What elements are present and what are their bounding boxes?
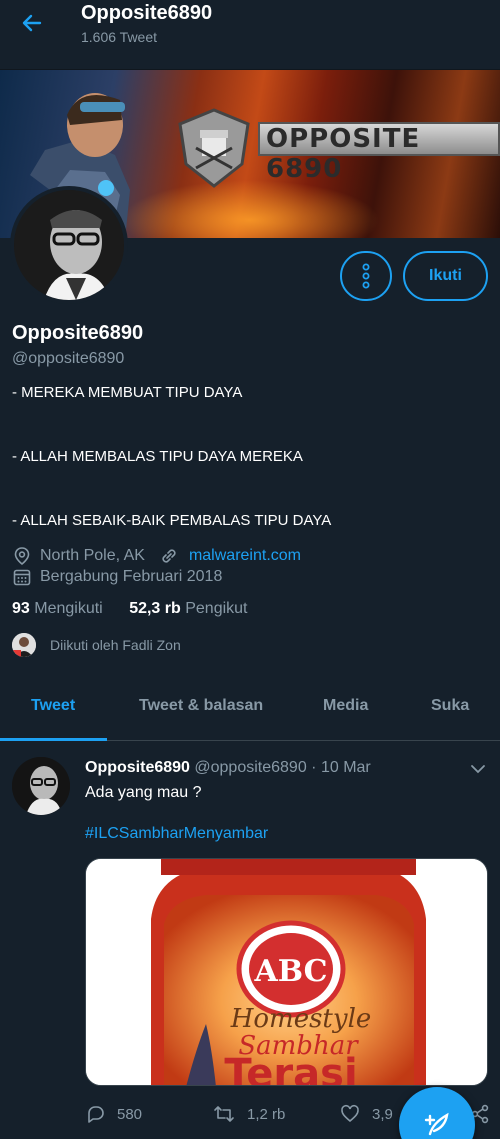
bio-line: - MEREKA MEMBUAT TIPU DAYA: [12, 384, 243, 401]
heart-icon: [341, 1104, 359, 1123]
banner-title: OPPOSITE 6890: [258, 122, 500, 184]
image-brand-text: ABC: [253, 954, 327, 989]
tweet-image[interactable]: ABC Homestyle Sambhar Terasi: [85, 858, 488, 1086]
tab-tweet[interactable]: Tweet: [31, 697, 75, 715]
more-options-button[interactable]: [340, 251, 392, 301]
follow-counts: 93 Mengikuti 52,3 rb Pengikut: [12, 600, 248, 618]
followers-stat[interactable]: 52,3 rb Pengikut: [129, 600, 247, 617]
tweet-author-avatar[interactable]: [12, 757, 70, 815]
more-vertical-icon: [362, 263, 370, 289]
image-line3-text: Terasi: [224, 1051, 357, 1086]
top-bar: Opposite6890 1.606 Tweet: [0, 0, 500, 70]
follow-button[interactable]: Ikuti: [403, 251, 488, 301]
tweet-hashtag[interactable]: #ILCSambharMenyambar: [85, 825, 268, 843]
compose-tweet-button[interactable]: [399, 1087, 475, 1139]
following-label: Mengikuti: [34, 600, 103, 617]
reply-icon: [88, 1106, 104, 1123]
reply-action[interactable]: 580: [85, 1104, 142, 1124]
link-icon: [162, 549, 176, 563]
calendar-icon: [13, 569, 31, 586]
profile-avatar[interactable]: [10, 186, 128, 304]
followed-by-row[interactable]: Diikuti oleh Fadli Zon: [12, 633, 181, 657]
retweet-action[interactable]: 1,2 rb: [213, 1104, 285, 1124]
profile-name: Opposite6890: [12, 322, 144, 344]
feather-plus-icon: [424, 1112, 449, 1136]
following-stat[interactable]: 93 Mengikuti: [12, 600, 103, 617]
profile-tabs: Tweet Tweet & balasan Media Suka: [0, 675, 500, 741]
follower-avatar: [12, 633, 36, 657]
tweet-author-handle[interactable]: @opposite6890: [194, 759, 306, 776]
bio-line: - ALLAH SEBAIK-BAIK PEMBALAS TIPU DAYA: [12, 512, 332, 529]
tweet-author-name[interactable]: Opposite6890: [85, 759, 190, 776]
profile-location: North Pole, AK: [40, 547, 145, 564]
bio-line: - ALLAH MEMBALAS TIPU DAYA MEREKA: [12, 448, 303, 465]
banner-fist-emblem: [178, 108, 250, 188]
profile-website-link[interactable]: malwareint.com: [189, 547, 301, 565]
tab-likes[interactable]: Suka: [431, 697, 469, 715]
location-pin-icon: [14, 547, 30, 566]
chevron-down-icon[interactable]: [470, 762, 486, 780]
profile-handle: @opposite6890: [12, 350, 125, 367]
following-count: 93: [12, 600, 30, 617]
profile-joined-row: Bergabung Februari 2018: [12, 567, 222, 587]
tweet-header: Opposite6890 @opposite6890 · 10 Mar: [85, 759, 371, 777]
tweet-text: Ada yang mau ?: [85, 784, 202, 801]
profile-meta-row: North Pole, AK malwareint.com: [12, 546, 301, 566]
active-tab-indicator: [0, 738, 107, 741]
tweet-separator: ·: [311, 759, 317, 776]
like-count: 3,9: [372, 1105, 393, 1123]
followers-count: 52,3 rb: [129, 600, 181, 617]
tab-media[interactable]: Media: [323, 697, 368, 715]
reply-count: 580: [117, 1105, 143, 1123]
followed-by-text: Diikuti oleh Fadli Zon: [50, 637, 181, 653]
back-arrow-icon[interactable]: [16, 8, 46, 38]
like-action[interactable]: 3,9: [340, 1104, 393, 1124]
profile-joined-date: Bergabung Februari 2018: [40, 568, 223, 585]
tab-tweet-replies[interactable]: Tweet & balasan: [139, 697, 263, 715]
header-title: Opposite6890: [81, 2, 213, 24]
image-line1-text: Homestyle: [230, 1004, 372, 1034]
tweet-date[interactable]: 10 Mar: [321, 759, 371, 776]
retweet-count: 1,2 rb: [247, 1105, 286, 1123]
retweet-icon: [214, 1106, 234, 1122]
header-tweet-count: 1.606 Tweet: [81, 29, 158, 45]
followers-label: Pengikut: [185, 600, 248, 617]
